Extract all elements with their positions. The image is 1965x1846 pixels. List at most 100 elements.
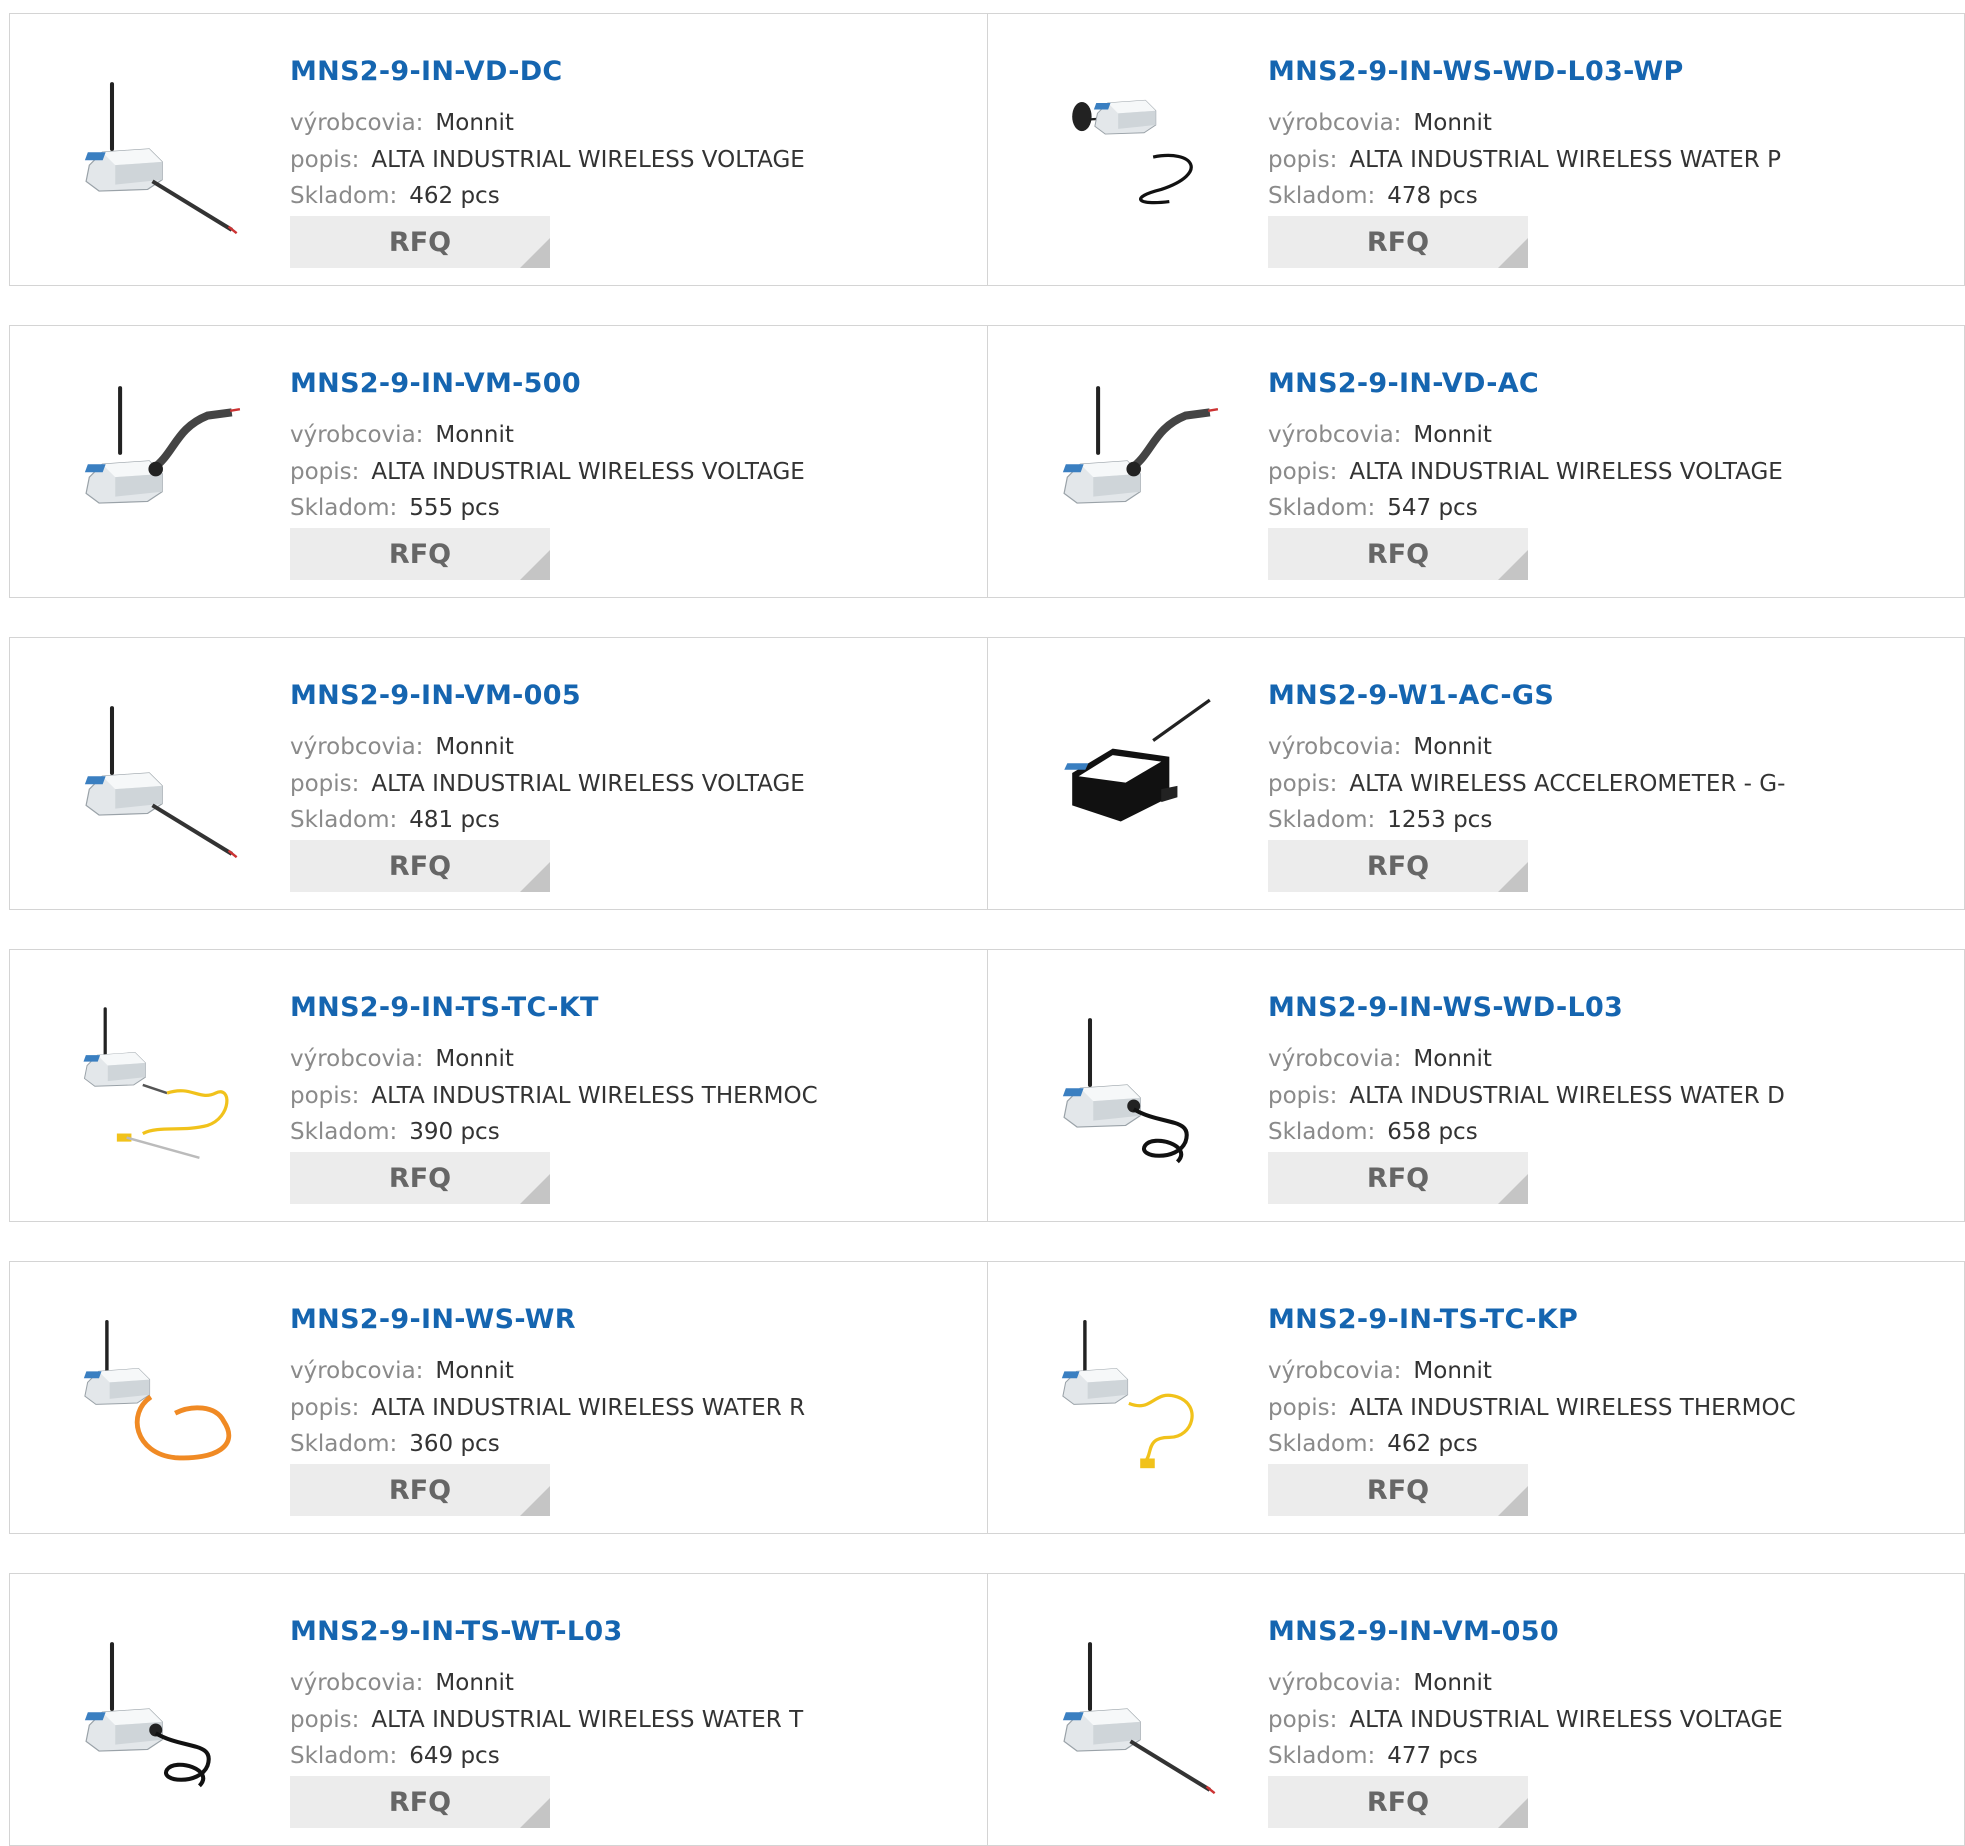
manufacturer-field: výrobcovia: Monnit xyxy=(290,422,514,448)
product-name-link[interactable]: MNS2-9-IN-TS-WT-L03 xyxy=(290,1616,623,1647)
product-name-link[interactable]: MNS2-9-IN-TS-TC-KP xyxy=(1268,1304,1578,1335)
rfq-button[interactable]: RFQ xyxy=(1268,1464,1528,1516)
manufacturer-field: výrobcovia: Monnit xyxy=(1268,1358,1492,1384)
product-name-link[interactable]: MNS2-9-W1-AC-GS xyxy=(1268,680,1554,711)
rfq-label: RFQ xyxy=(1366,226,1430,258)
manufacturer-field: výrobcovia: Monnit xyxy=(290,110,514,136)
product-card: MNS2-9-IN-WS-WD-L03 výrobcovia: Monnit popi… xyxy=(987,950,1965,1221)
rfq-button[interactable]: RFQ xyxy=(1268,840,1528,892)
product-image[interactable] xyxy=(58,1316,268,1486)
manufacturer-value: Monnit xyxy=(1413,1670,1492,1696)
corner-triangle-icon xyxy=(1498,1174,1528,1204)
rfq-button[interactable]: RFQ xyxy=(290,1464,550,1516)
product-row: MNS2-9-IN-VM-500 výrobcovia: Monnit popis: A… xyxy=(9,325,1965,598)
product-image[interactable] xyxy=(1036,1004,1246,1174)
rfq-button[interactable]: RFQ xyxy=(290,216,550,268)
product-image[interactable] xyxy=(58,68,268,238)
stock-value: 555 pcs xyxy=(409,495,500,521)
manufacturer-label: výrobcovia: xyxy=(1268,1358,1402,1384)
product-name-link[interactable]: MNS2-9-IN-VM-500 xyxy=(290,368,581,399)
description-value: ALTA INDUSTRIAL WIRELESS THERMOC xyxy=(371,1083,818,1109)
product-image[interactable] xyxy=(1036,1628,1246,1798)
rfq-label: RFQ xyxy=(1366,1162,1430,1194)
description-field: popis: ALTA INDUSTRIAL WIRELESS THERMOC xyxy=(1268,1395,1796,1421)
product-image[interactable] xyxy=(58,1004,268,1174)
stock-label: Skladom: xyxy=(1268,183,1376,209)
corner-triangle-icon xyxy=(520,862,550,892)
product-name-link[interactable]: MNS2-9-IN-VM-050 xyxy=(1268,1616,1559,1647)
manufacturer-field: výrobcovia: Monnit xyxy=(1268,734,1492,760)
corner-triangle-icon xyxy=(520,238,550,268)
corner-triangle-icon xyxy=(1498,1486,1528,1516)
manufacturer-label: výrobcovia: xyxy=(290,422,424,448)
rfq-label: RFQ xyxy=(1366,538,1430,570)
stock-value: 547 pcs xyxy=(1387,495,1478,521)
rfq-button[interactable]: RFQ xyxy=(290,840,550,892)
product-name-link[interactable]: MNS2-9-IN-VD-AC xyxy=(1268,368,1539,399)
product-row: MNS2-9-IN-WS-WR výrobcovia: Monnit popis: AL… xyxy=(9,1261,1965,1534)
description-field: popis: ALTA INDUSTRIAL WIRELESS WATER P xyxy=(1268,147,1781,173)
stock-field: Skladom: 478 pcs xyxy=(1268,183,1478,209)
description-label: popis: xyxy=(1268,1707,1338,1733)
description-value: ALTA INDUSTRIAL WIRELESS VOLTAGE xyxy=(371,459,805,485)
manufacturer-value: Monnit xyxy=(1413,1046,1492,1072)
manufacturer-value: Monnit xyxy=(435,734,514,760)
description-label: popis: xyxy=(290,459,360,485)
product-name-link[interactable]: MNS2-9-IN-VD-DC xyxy=(290,56,563,87)
stock-value: 462 pcs xyxy=(1387,1431,1478,1457)
rfq-label: RFQ xyxy=(388,226,452,258)
description-label: popis: xyxy=(290,1083,360,1109)
product-card: MNS2-9-IN-VM-050 výrobcovia: Monnit popis: A… xyxy=(987,1574,1965,1845)
rfq-label: RFQ xyxy=(1366,1786,1430,1818)
rfq-button[interactable]: RFQ xyxy=(1268,528,1528,580)
rfq-button[interactable]: RFQ xyxy=(1268,1152,1528,1204)
stock-value: 481 pcs xyxy=(409,807,500,833)
stock-label: Skladom: xyxy=(290,1119,398,1145)
product-image[interactable] xyxy=(1036,68,1246,238)
description-field: popis: ALTA INDUSTRIAL WIRELESS WATER R xyxy=(290,1395,805,1421)
product-image[interactable] xyxy=(1036,380,1246,550)
description-value: ALTA INDUSTRIAL WIRELESS VOLTAGE xyxy=(1349,1707,1783,1733)
stock-label: Skladom: xyxy=(290,183,398,209)
description-value: ALTA INDUSTRIAL WIRELESS WATER R xyxy=(371,1395,806,1421)
manufacturer-field: výrobcovia: Monnit xyxy=(290,1670,514,1696)
rfq-label: RFQ xyxy=(388,1162,452,1194)
stock-label: Skladom: xyxy=(1268,1119,1376,1145)
rfq-button[interactable]: RFQ xyxy=(290,528,550,580)
description-label: popis: xyxy=(290,1395,360,1421)
rfq-button[interactable]: RFQ xyxy=(290,1152,550,1204)
manufacturer-field: výrobcovia: Monnit xyxy=(290,1358,514,1384)
product-name-link[interactable]: MNS2-9-IN-WS-WR xyxy=(290,1304,576,1335)
corner-triangle-icon xyxy=(1498,550,1528,580)
stock-label: Skladom: xyxy=(1268,495,1376,521)
manufacturer-value: Monnit xyxy=(435,1358,514,1384)
description-label: popis: xyxy=(290,147,360,173)
stock-field: Skladom: 477 pcs xyxy=(1268,1743,1478,1769)
product-image[interactable] xyxy=(58,1628,268,1798)
product-name-link[interactable]: MNS2-9-IN-WS-WD-L03-WP xyxy=(1268,56,1684,87)
manufacturer-value: Monnit xyxy=(435,1670,514,1696)
product-name-link[interactable]: MNS2-9-IN-VM-005 xyxy=(290,680,581,711)
stock-field: Skladom: 658 pcs xyxy=(1268,1119,1478,1145)
manufacturer-label: výrobcovia: xyxy=(290,1046,424,1072)
product-image[interactable] xyxy=(58,380,268,550)
rfq-button[interactable]: RFQ xyxy=(290,1776,550,1828)
manufacturer-field: výrobcovia: Monnit xyxy=(1268,110,1492,136)
stock-field: Skladom: 555 pcs xyxy=(290,495,500,521)
product-card: MNS2-9-IN-VD-DC výrobcovia: Monnit popis: AL… xyxy=(10,14,988,285)
product-image[interactable] xyxy=(58,692,268,862)
description-label: popis: xyxy=(290,771,360,797)
product-name-link[interactable]: MNS2-9-IN-WS-WD-L03 xyxy=(1268,992,1623,1023)
description-value: ALTA INDUSTRIAL WIRELESS VOLTAGE xyxy=(371,147,805,173)
product-card: MNS2-9-IN-VM-005 výrobcovia: Monnit popis: A… xyxy=(10,638,988,909)
description-value: ALTA INDUSTRIAL WIRELESS WATER D xyxy=(1349,1083,1785,1109)
manufacturer-label: výrobcovia: xyxy=(290,110,424,136)
stock-value: 390 pcs xyxy=(409,1119,500,1145)
product-name-link[interactable]: MNS2-9-IN-TS-TC-KT xyxy=(290,992,599,1023)
product-image[interactable] xyxy=(1036,1316,1246,1486)
product-image[interactable] xyxy=(1036,692,1246,862)
rfq-button[interactable]: RFQ xyxy=(1268,216,1528,268)
stock-value: 462 pcs xyxy=(409,183,500,209)
rfq-button[interactable]: RFQ xyxy=(1268,1776,1528,1828)
stock-field: Skladom: 547 pcs xyxy=(1268,495,1478,521)
